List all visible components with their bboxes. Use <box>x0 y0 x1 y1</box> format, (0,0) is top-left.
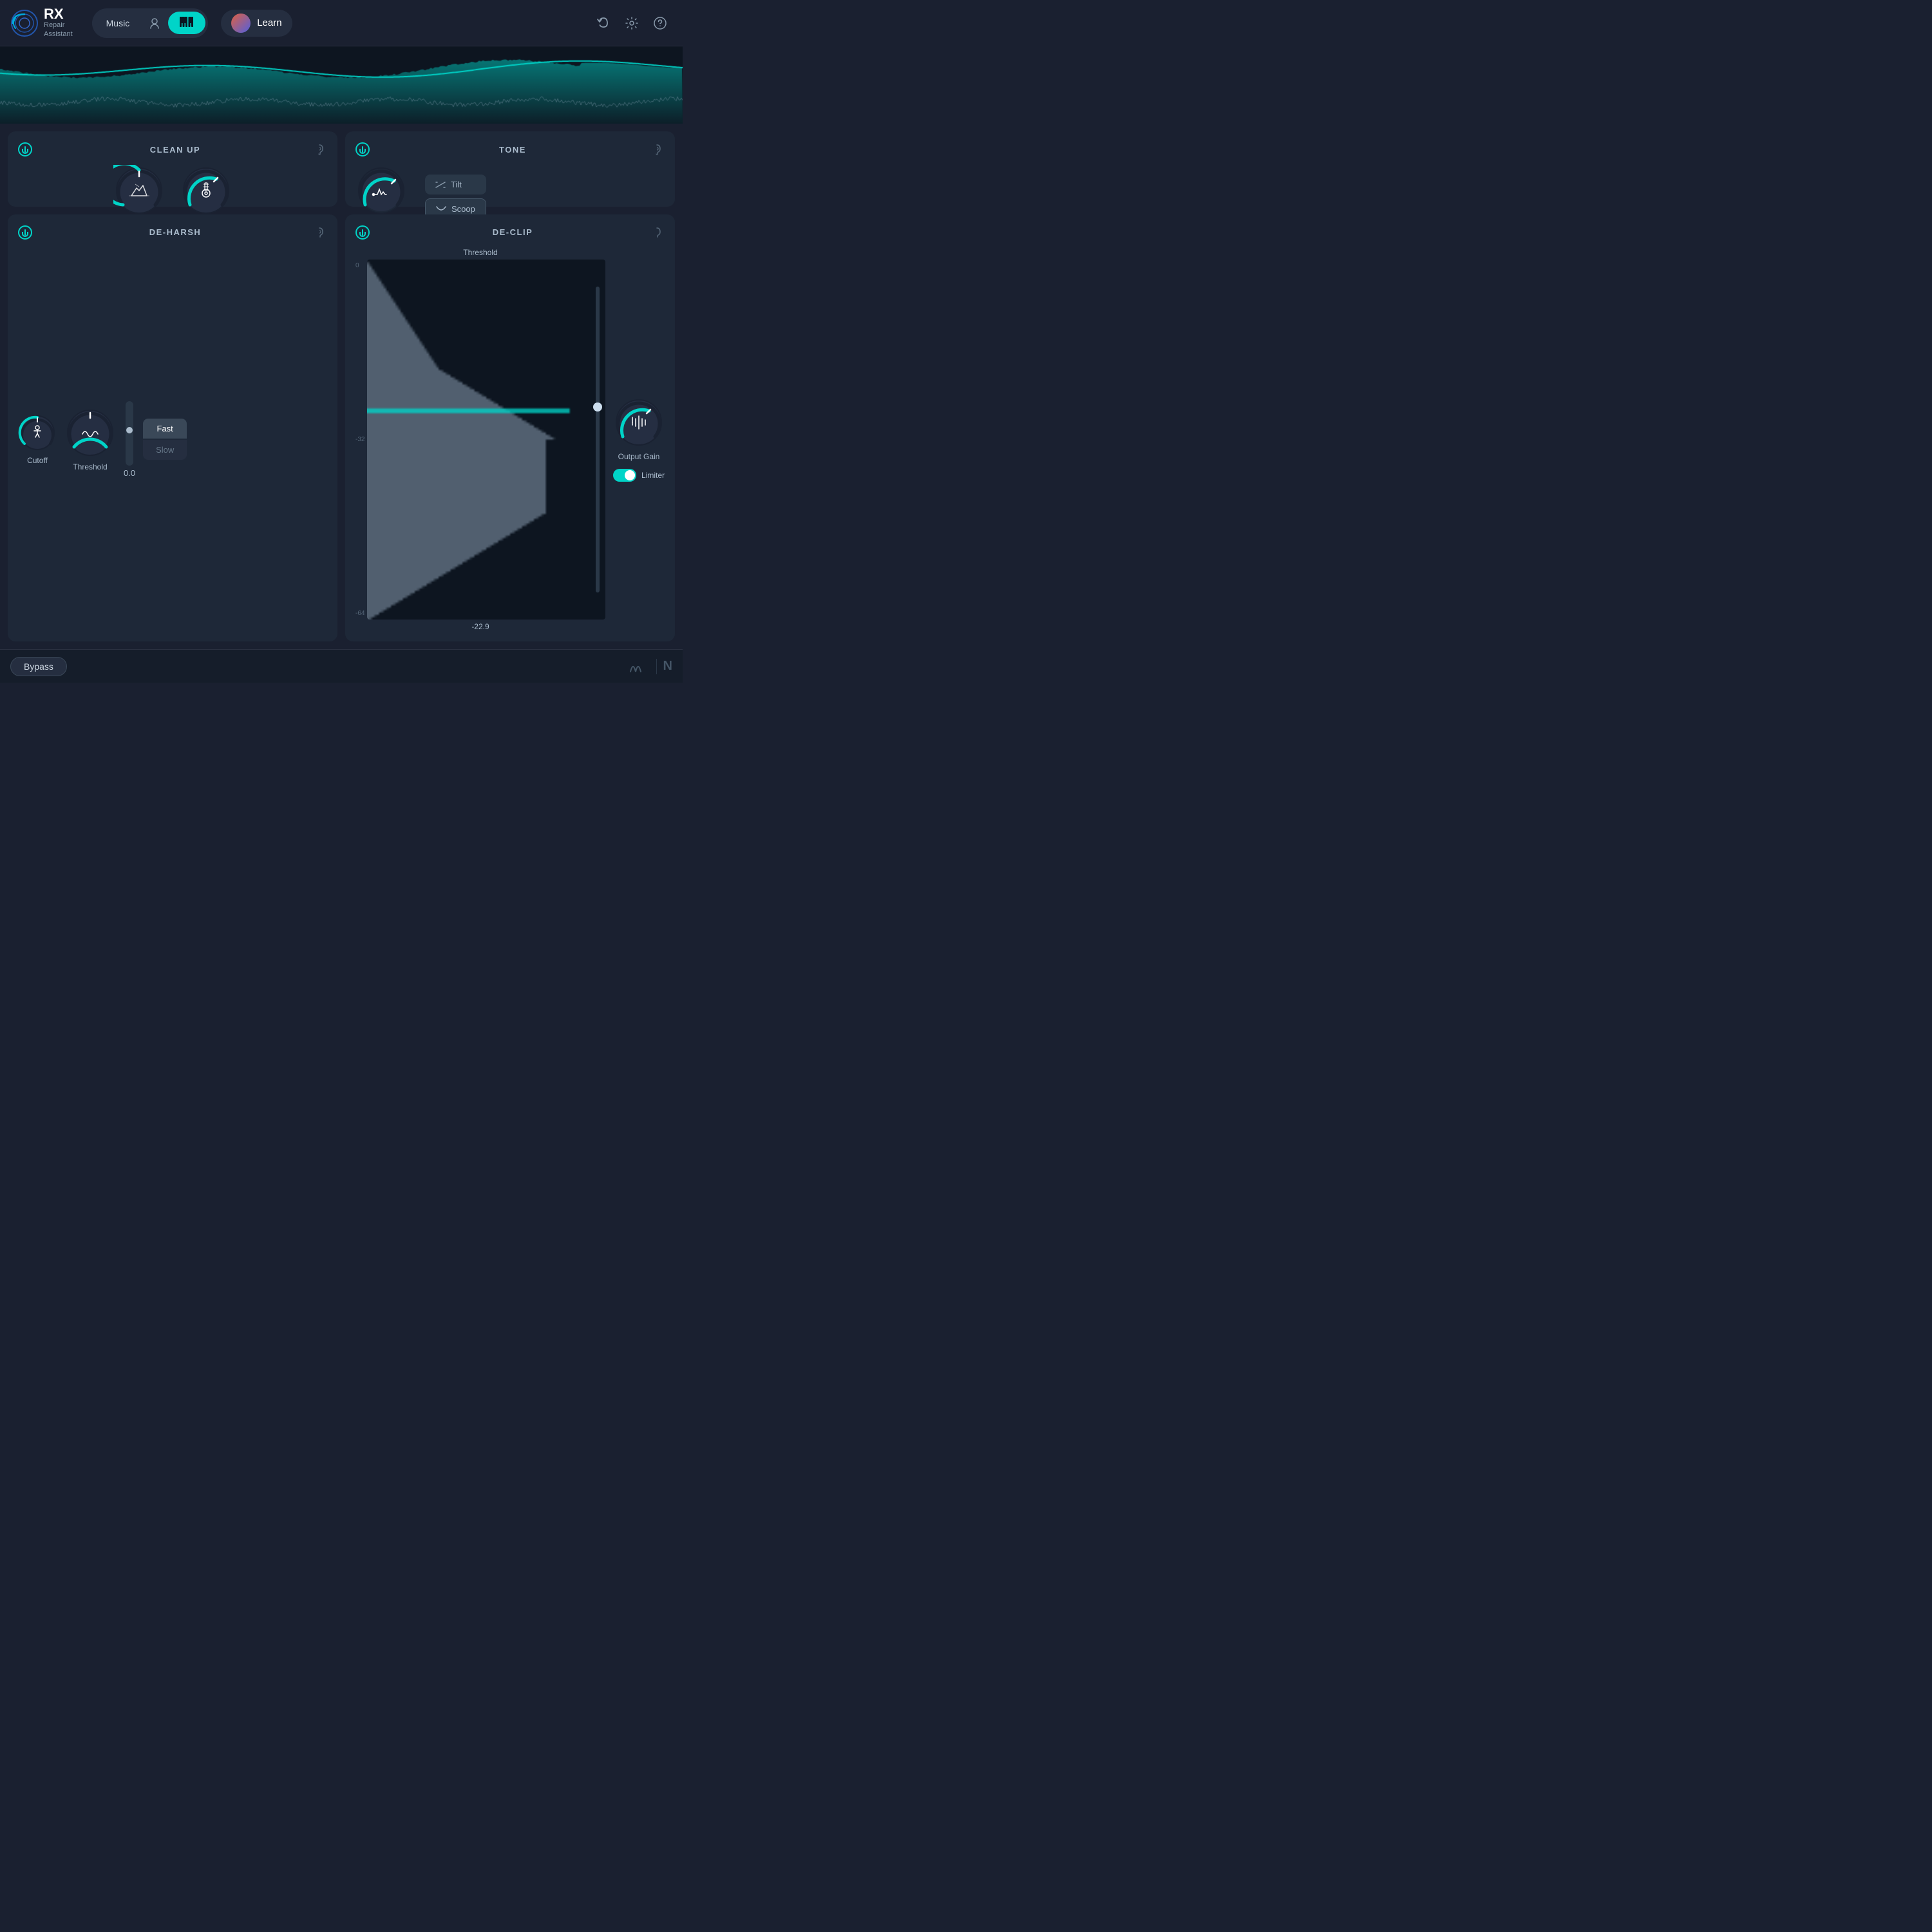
nav-music-button[interactable]: Music <box>95 13 142 33</box>
tone-power-button[interactable] <box>355 142 370 156</box>
declip-threshold-value: -22.9 <box>471 622 489 631</box>
cleanup-header: CLEAN UP <box>18 142 327 157</box>
declip-right: Output Gain Limiter <box>613 248 665 631</box>
footer: Bypass N <box>0 649 683 683</box>
learn-group[interactable]: Learn <box>221 10 292 37</box>
tone-ear-button[interactable] <box>649 142 665 157</box>
output-gain-label: Output Gain <box>618 452 660 461</box>
logo-text: RX Repair Assistant <box>44 7 73 38</box>
deharsh-header: DE-HARSH <box>18 225 327 240</box>
ni-logo: N <box>663 659 672 674</box>
limiter-label: Limiter <box>641 471 665 480</box>
tone-options: Tilt Scoop <box>425 175 486 214</box>
ni-script-icon <box>629 660 650 673</box>
declip-db-0: 0 <box>355 262 365 269</box>
help-button[interactable] <box>648 11 672 35</box>
rx-logo-icon <box>10 9 39 37</box>
declip-title: DE-CLIP <box>376 227 649 237</box>
header: RX Repair Assistant Music <box>0 0 683 46</box>
tone-knob[interactable] <box>355 165 407 214</box>
slow-button[interactable]: Slow <box>143 440 187 460</box>
cutoff-knob[interactable] <box>18 413 57 452</box>
declip-header: DE-CLIP <box>355 225 665 240</box>
deharsh-threshold-knob[interactable] <box>64 407 116 459</box>
deharsh-power-button[interactable] <box>18 225 32 240</box>
bottom-panels-row: DE-HARSH <box>0 214 683 649</box>
logo-sub1: Repair <box>44 21 73 30</box>
output-gain-knob[interactable] <box>613 397 665 448</box>
settings-button[interactable] <box>620 11 644 35</box>
cutoff-label: Cutoff <box>27 456 48 465</box>
declip-db-64: -64 <box>355 610 365 617</box>
output-gain-knob-container: Output Gain <box>613 397 665 461</box>
declip-ear-button[interactable] <box>649 225 665 240</box>
nav-piano-button[interactable] <box>168 12 205 34</box>
undo-button[interactable] <box>591 11 616 35</box>
cutoff-knob-container: Cutoff <box>18 413 57 465</box>
logo-area: RX Repair Assistant <box>10 7 73 38</box>
footer-right: N <box>629 659 672 674</box>
waveform-canvas[interactable] <box>0 46 683 124</box>
desqueak-knob-container: De-squeak <box>180 165 232 214</box>
top-panels-row: CLEAN UP <box>0 124 683 214</box>
tone-title: TONE <box>376 145 649 155</box>
cleanup-power-button[interactable] <box>18 142 32 156</box>
nav-voice-button[interactable] <box>142 11 167 35</box>
deharsh-panel: DE-HARSH <box>8 214 337 641</box>
declip-slider-overlay <box>592 260 603 620</box>
scoop-option[interactable]: Scoop <box>425 198 486 214</box>
declip-panel: DE-CLIP Threshold 0 -32 -64 <box>345 214 675 641</box>
fast-slow-group: Fast Slow <box>143 419 187 460</box>
deharsh-db-value: 0.0 <box>124 468 135 478</box>
header-right <box>591 11 672 35</box>
denoise-knob[interactable] <box>113 165 165 214</box>
deharsh-slider-container: 0.0 <box>124 401 135 478</box>
limiter-toggle-item: Limiter <box>613 469 665 482</box>
declip-slider-track[interactable] <box>596 287 600 592</box>
tone-header: TONE <box>355 142 665 157</box>
declip-power-button[interactable] <box>355 225 370 240</box>
scoop-label: Scoop <box>451 204 475 214</box>
declip-viz: Threshold 0 -32 -64 <box>355 248 605 631</box>
bypass-button[interactable]: Bypass <box>10 657 67 676</box>
deharsh-title: DE-HARSH <box>39 227 312 237</box>
learn-label: Learn <box>257 17 281 28</box>
cleanup-ear-button[interactable] <box>312 142 327 157</box>
declip-threshold-header: Threshold <box>463 248 497 257</box>
deharsh-ear-button[interactable] <box>312 225 327 240</box>
waveform-area <box>0 46 683 124</box>
cleanup-panel: CLEAN UP <box>8 131 337 207</box>
declip-graph-area: 0 -32 -64 <box>355 260 605 620</box>
tilt-label: Tilt <box>451 180 462 189</box>
logo-sub2: Assistant <box>44 30 73 39</box>
tilt-option[interactable]: Tilt <box>425 175 486 194</box>
declip-db-32: -32 <box>355 436 365 443</box>
desqueak-knob[interactable] <box>180 165 232 214</box>
deharsh-content: Cutoff Thre <box>18 248 327 631</box>
cleanup-title: CLEAN UP <box>39 145 312 155</box>
denoise-knob-container: De-noise <box>113 165 165 214</box>
tone-panel: TONE <box>345 131 675 207</box>
declip-graph-canvas[interactable] <box>367 260 605 620</box>
nav-group: Music <box>92 8 209 38</box>
deharsh-slider[interactable] <box>126 401 133 466</box>
declip-content: Threshold 0 -32 -64 <box>355 248 665 631</box>
declip-db-labels: 0 -32 -64 <box>355 260 365 620</box>
logo-rx: RX <box>44 7 73 21</box>
declip-graph-wrapper <box>367 260 605 620</box>
tone-knob-container: Tone <box>355 165 407 214</box>
limiter-toggle[interactable] <box>613 469 636 482</box>
declip-slider-handle[interactable] <box>593 402 602 412</box>
footer-divider <box>656 659 657 674</box>
deharsh-threshold-label: Threshold <box>73 462 107 471</box>
fast-button[interactable]: Fast <box>143 419 187 439</box>
tone-content: Tone Tilt Scoop <box>355 165 665 214</box>
cleanup-knobs-row: De-noise <box>18 165 327 214</box>
deharsh-threshold-knob-container: Threshold <box>64 407 116 471</box>
learn-icon <box>231 14 251 33</box>
